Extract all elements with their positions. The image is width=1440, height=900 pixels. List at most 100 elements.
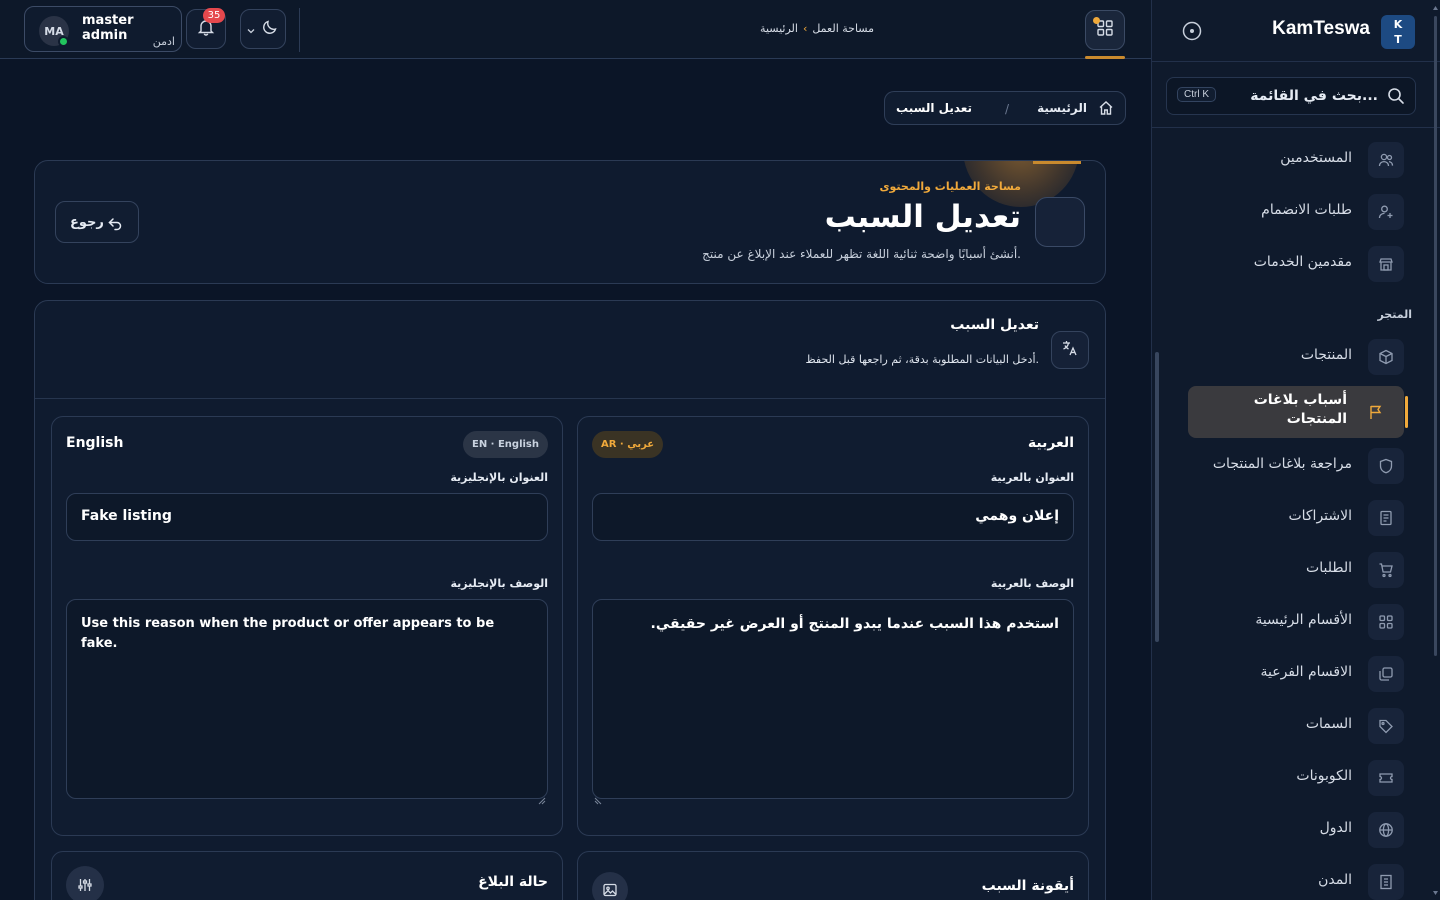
sidebar-item-report-reasons[interactable]: أسباب بلاغات المنتجات — [1188, 386, 1408, 438]
search-icon — [1387, 87, 1405, 109]
english-language-badge: EN · English — [463, 431, 548, 458]
theme-toggle-button[interactable] — [240, 9, 286, 49]
user-plus-icon — [1368, 194, 1404, 230]
cart-icon — [1368, 552, 1404, 588]
arabic-panel: العربية AR · عربي العنوان بالعربية إعلان… — [577, 416, 1089, 836]
arabic-title-label: العنوان بالعربية — [990, 471, 1074, 484]
sidebar-item-label: مقدمين الخدمات — [1253, 254, 1352, 270]
brand-logo[interactable]: K T — [1381, 15, 1415, 49]
sidebar-scrollbar-thumb[interactable] — [1155, 352, 1159, 642]
sidebar-item-service-providers[interactable]: مقدمين الخدمات — [1188, 244, 1404, 284]
english-description-textarea[interactable]: Use this reason when the product or offe… — [66, 599, 548, 799]
form-header-divider — [35, 398, 1105, 399]
page-scrollbar[interactable] — [1431, 0, 1440, 900]
back-button-label: رجوع — [70, 215, 104, 230]
page-eyebrow: مساحة العمليات والمحتوى — [879, 180, 1021, 193]
breadcrumb-workspace[interactable]: مساحة العمل — [812, 22, 874, 35]
sliders-icon[interactable] — [66, 866, 104, 900]
english-panel: English EN · English العنوان بالإنجليزية… — [51, 416, 563, 836]
sidebar-item-join-requests[interactable]: طلبات الانضمام — [1188, 192, 1404, 232]
sidebar-item-label: المنتجات — [1300, 347, 1352, 363]
topbar-divider — [299, 8, 300, 52]
header-accent-line — [1033, 161, 1081, 164]
sidebar-item-label: الطلبات — [1306, 560, 1352, 576]
page-title: تعديل السبب — [824, 199, 1021, 235]
resize-handle-icon[interactable] — [538, 790, 546, 805]
arabic-title-input[interactable]: إعلان وهمي — [592, 493, 1074, 541]
brand-logo-letter-1: K — [1393, 18, 1403, 31]
grid-icon — [1368, 604, 1404, 640]
english-description-label: الوصف بالإنجليزية — [450, 577, 549, 590]
breadcrumb-home[interactable]: الرئيسية — [760, 22, 798, 35]
sidebar-divider — [1152, 127, 1440, 128]
user-menu[interactable]: MA master admin ادمن — [24, 6, 182, 52]
image-icon[interactable] — [592, 872, 628, 900]
sidebar-item-coupons[interactable]: الكوبونات — [1188, 758, 1404, 798]
sidebar-item-users[interactable]: المستخدمين — [1188, 140, 1404, 180]
sidebar-item-subscriptions[interactable]: الاشتراكات — [1188, 498, 1404, 538]
sidebar-scrollbar[interactable] — [1153, 128, 1159, 900]
sidebar-item-report-review[interactable]: مراجعة بلاغات المنتجات — [1188, 446, 1404, 486]
notification-count-badge: 35 — [203, 8, 225, 23]
back-button[interactable]: رجوع — [55, 201, 139, 243]
arabic-language-badge: AR · عربي — [592, 431, 664, 458]
sidebar-item-cities[interactable]: المدن — [1188, 862, 1404, 900]
ticket-icon — [1368, 760, 1404, 796]
sidebar-item-sub-categories[interactable]: الاقسام الفرعية — [1188, 654, 1404, 694]
tag-icon — [1368, 708, 1404, 744]
page-breadcrumb-home[interactable]: الرئيسية — [1037, 101, 1087, 115]
reason-icon-title: أيقونة السبب — [981, 878, 1074, 894]
sidebar-item-attributes[interactable]: السمات — [1188, 706, 1404, 746]
sidebar-item-label: السمات — [1305, 716, 1352, 732]
sidebar-item-label: مراجعة بلاغات المنتجات — [1212, 456, 1352, 472]
sidebar-search[interactable]: بحث في القائمة... Ctrl K — [1166, 77, 1416, 115]
building-icon — [1368, 864, 1404, 900]
receipt-icon — [1368, 500, 1404, 536]
workspace-switcher-button[interactable] — [1085, 10, 1125, 50]
report-status-title: حالة البلاغ — [478, 874, 548, 890]
chevron-down-icon — [247, 20, 255, 39]
active-indicator — [1405, 396, 1408, 428]
sidebar-item-label: الاقسام الفرعية — [1260, 664, 1353, 680]
form-title: تعديل السبب — [950, 317, 1039, 333]
reason-icon-panel: أيقونة السبب — [577, 851, 1089, 900]
header-icon-box — [1035, 197, 1085, 247]
translate-button[interactable] — [1051, 331, 1089, 369]
globe-icon — [1368, 812, 1404, 848]
arabic-panel-title: العربية — [1027, 435, 1074, 451]
sidebar-collapse-icon[interactable] — [1182, 21, 1202, 41]
arabic-description-label: الوصف بالعربية — [990, 577, 1074, 590]
sidebar-item-countries[interactable]: الدول — [1188, 810, 1404, 850]
arabic-description-textarea[interactable]: استخدم هذا السبب عندما يبدو المنتج أو ال… — [592, 599, 1074, 799]
layers-icon — [1368, 656, 1404, 692]
topbar-accent-line — [1085, 56, 1125, 59]
sidebar-item-label: الدول — [1319, 820, 1352, 836]
page-breadcrumb: الرئيسية / تعديل السبب — [884, 91, 1126, 125]
sidebar-item-products[interactable]: المنتجات — [1188, 337, 1404, 377]
sidebar-item-label: المدن — [1318, 872, 1352, 888]
online-status-dot — [58, 36, 69, 47]
topbar-breadcrumb: مساحة العمل › الرئيسية — [760, 22, 874, 35]
brand-name: KamTeswa — [1272, 18, 1370, 39]
sidebar-item-main-categories[interactable]: الأقسام الرئيسية — [1188, 602, 1404, 642]
sidebar-section-store: المتجر — [1377, 308, 1412, 321]
sidebar-header: K T KamTeswa — [1152, 0, 1440, 62]
translate-icon — [1061, 339, 1079, 361]
brand-logo-letter-2: T — [1394, 33, 1402, 46]
sidebar-item-orders[interactable]: الطلبات — [1188, 550, 1404, 590]
moon-icon — [261, 18, 279, 40]
sidebar-item-label: طلبات الانضمام — [1261, 202, 1352, 218]
user-role: ادمن — [152, 35, 175, 48]
sidebar: K T KamTeswa بحث في القائمة... Ctrl K ال… — [1151, 0, 1440, 900]
page-breadcrumb-current: تعديل السبب — [896, 101, 973, 115]
english-title-input[interactable]: Fake listing — [66, 493, 548, 541]
workspace-indicator-dot — [1093, 17, 1100, 24]
home-icon[interactable] — [1098, 100, 1114, 120]
page-header-card: مساحة العمليات والمحتوى تعديل السبب أنشئ… — [34, 160, 1106, 284]
box-icon — [1368, 339, 1404, 375]
back-arrow-icon — [107, 215, 123, 235]
sidebar-item-label: الأقسام الرئيسية — [1255, 612, 1352, 628]
resize-handle-icon[interactable] — [594, 790, 602, 805]
page-subtitle: أنشئ أسبابًا واضحة ثنائية اللغة تظهر للع… — [702, 247, 1021, 261]
sidebar-item-label: الكوبونات — [1296, 768, 1352, 784]
